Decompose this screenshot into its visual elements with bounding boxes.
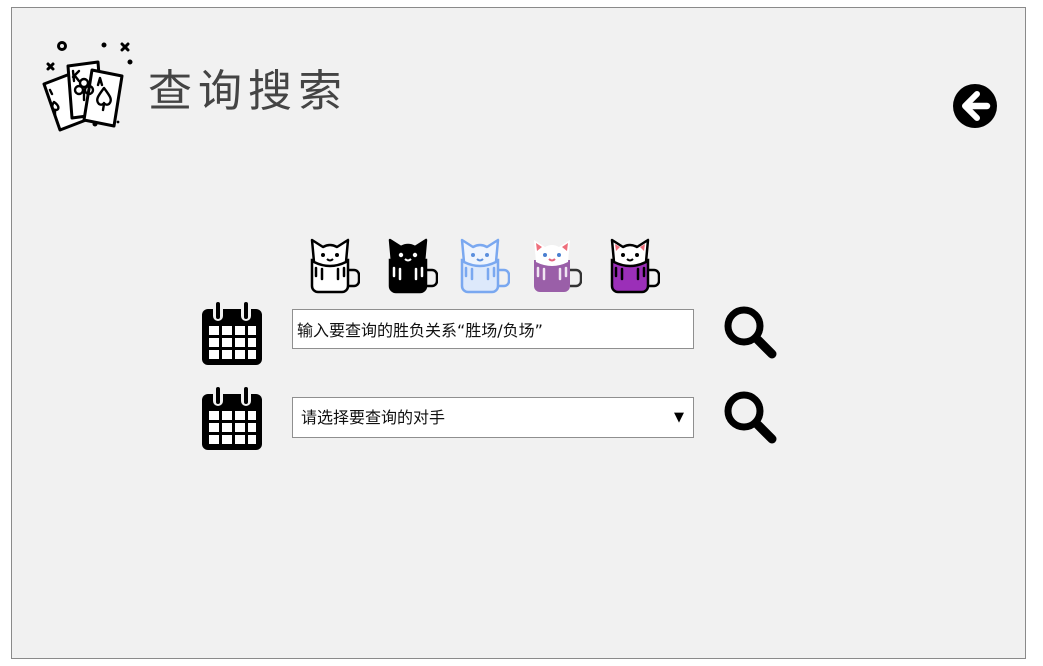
search-page: 查询搜索 输入要查询的胜负关系“胜场/负场” 请选择要查询的对手 ▼ <box>11 7 1026 659</box>
cat-mug-purple-icon[interactable] <box>608 234 660 294</box>
cat-mug-black-icon[interactable] <box>386 234 438 294</box>
page-title: 查询搜索 <box>148 66 348 117</box>
playing-cards-icon <box>42 41 133 132</box>
result-search-row <box>200 299 777 369</box>
opponent-search-row: 请选择要查询的对手 ▼ <box>200 384 777 454</box>
result-input[interactable] <box>292 309 694 349</box>
search-icon[interactable] <box>722 389 778 445</box>
back-arrow-icon[interactable] <box>952 83 998 129</box>
cat-mug-outline-icon[interactable] <box>308 234 360 294</box>
calendar-icon <box>202 301 262 365</box>
cat-mug-lavender-icon[interactable] <box>530 234 582 294</box>
search-icon[interactable] <box>722 304 778 360</box>
opponent-select[interactable]: 请选择要查询的对手 ▼ <box>292 397 694 438</box>
opponent-select-value: 请选择要查询的对手 <box>301 408 446 427</box>
cat-mug-blue-icon[interactable] <box>458 234 510 294</box>
cat-mug-icon-row <box>308 234 660 294</box>
dropdown-arrow-icon: ▼ <box>674 410 684 425</box>
calendar-icon <box>202 386 262 450</box>
